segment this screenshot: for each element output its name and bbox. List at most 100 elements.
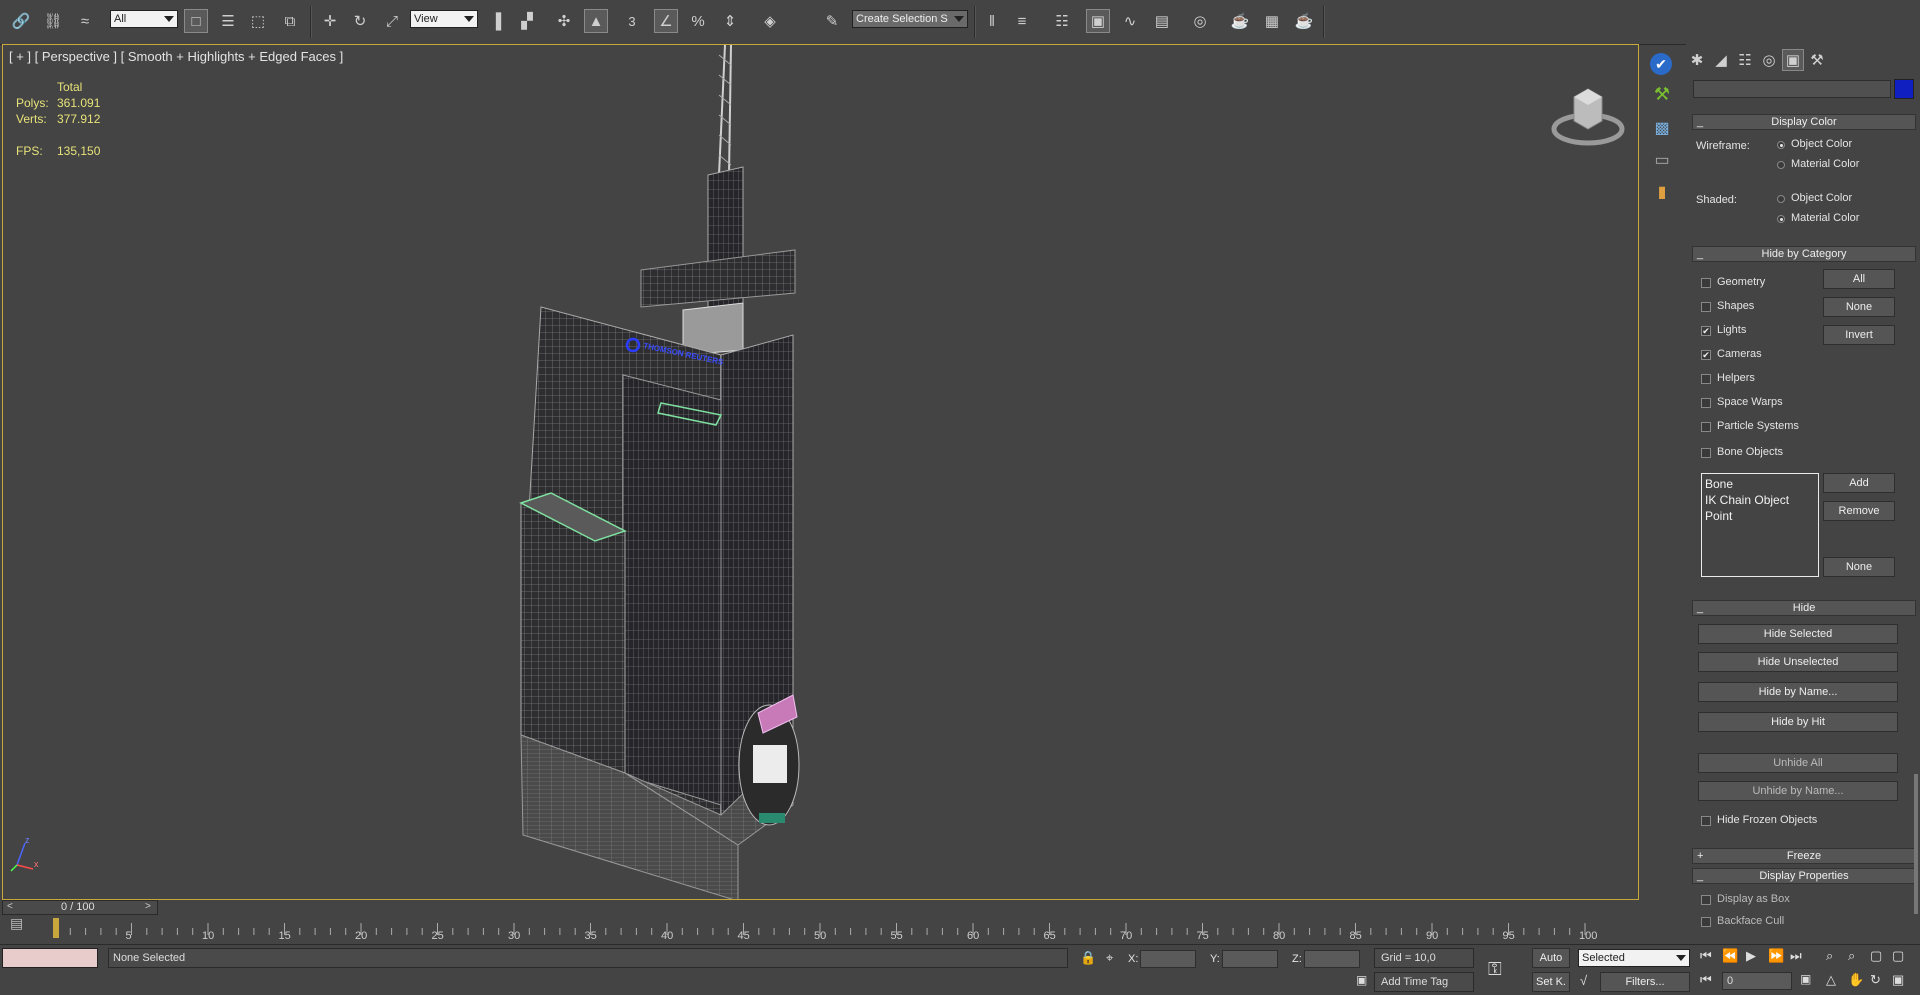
unlink-selection-icon[interactable]: ⛓ bbox=[41, 9, 65, 33]
object-name-field[interactable] bbox=[1693, 80, 1891, 98]
display-tab-icon[interactable]: ▣ bbox=[1782, 49, 1804, 71]
selection-filter-dropdown[interactable]: All bbox=[110, 10, 178, 28]
spinner-snap-icon[interactable]: ⇕ bbox=[718, 9, 742, 33]
hide-unselected-button[interactable]: Hide Unselected bbox=[1698, 652, 1898, 672]
hide-by-category-rollout-header[interactable]: _ Hide by Category bbox=[1692, 246, 1916, 262]
display-properties-rollout-header[interactable]: _ Display Properties bbox=[1692, 868, 1916, 884]
bind-to-space-warp-icon[interactable]: ≈ bbox=[73, 9, 97, 33]
hide-category-invert-button[interactable]: Invert bbox=[1823, 325, 1895, 345]
door-icon[interactable]: ▮ bbox=[1650, 182, 1674, 206]
unhide-by-name-button[interactable]: Unhide by Name... bbox=[1698, 781, 1898, 801]
snaps-toggle-icon[interactable]: 3 bbox=[620, 9, 644, 33]
shaded-object-color-radio[interactable] bbox=[1777, 195, 1785, 203]
schematic-view-icon[interactable]: ▤ bbox=[1150, 9, 1174, 33]
go-to-start-icon[interactable]: ⏮ bbox=[1700, 948, 1712, 964]
zoom-extents-icon[interactable]: ▢ bbox=[1870, 948, 1882, 964]
add-time-tag[interactable]: Add Time Tag bbox=[1374, 972, 1474, 992]
create-tab-icon[interactable]: ✱ bbox=[1686, 49, 1708, 71]
display-as-box-checkbox[interactable] bbox=[1701, 895, 1711, 905]
viewport-label[interactable]: [ + ] [ Perspective ] [ Smooth + Highlig… bbox=[9, 49, 343, 64]
freeze-rollout-header[interactable]: + Freeze bbox=[1692, 848, 1916, 864]
wireframe-material-color-label[interactable]: Material Color bbox=[1791, 158, 1859, 170]
hierarchy-tab-icon[interactable]: ☷ bbox=[1734, 49, 1756, 71]
time-slider[interactable]: < 0 / 100 > bbox=[2, 900, 158, 915]
script-icon[interactable]: ▤ bbox=[10, 915, 34, 933]
shaded-material-color-label[interactable]: Material Color bbox=[1791, 212, 1859, 224]
display-color-rollout-header[interactable]: _ Display Color bbox=[1692, 114, 1916, 130]
lock-icon[interactable]: 🔒 bbox=[1080, 950, 1096, 966]
rotate-icon[interactable]: ↻ bbox=[348, 9, 372, 33]
modify-tab-icon[interactable]: ◢ bbox=[1710, 49, 1732, 71]
layer-manager-icon[interactable]: ☷ bbox=[1050, 9, 1074, 33]
category-checkbox[interactable] bbox=[1701, 422, 1711, 432]
reference-coordinate-dropdown[interactable]: View bbox=[410, 10, 478, 28]
time-slider-thumb[interactable] bbox=[53, 918, 59, 938]
hide-category-none-button[interactable]: None bbox=[1823, 297, 1895, 317]
named-selection-dropdown[interactable]: Create Selection S bbox=[852, 10, 968, 28]
object-color-swatch[interactable] bbox=[1894, 79, 1914, 99]
material-editor-icon[interactable]: ◎ bbox=[1188, 9, 1212, 33]
move-icon[interactable]: ✛ bbox=[318, 9, 342, 33]
x-coord-field[interactable] bbox=[1140, 950, 1196, 968]
set-key-button[interactable]: Set K. bbox=[1532, 972, 1570, 992]
auto-key-button[interactable]: Auto bbox=[1532, 948, 1570, 968]
pan-icon[interactable]: ✋ bbox=[1848, 972, 1864, 988]
set-key-icon[interactable]: ⚿ bbox=[1488, 959, 1502, 980]
utilities-tab-icon[interactable]: ⚒ bbox=[1806, 49, 1828, 71]
category-listbox[interactable]: Bone IK Chain Object Point bbox=[1701, 473, 1819, 577]
align-icon[interactable]: ≡ bbox=[1010, 9, 1034, 33]
pivot-center-icon[interactable]: ▐ bbox=[484, 9, 508, 33]
hide-by-name-button[interactable]: Hide by Name... bbox=[1698, 682, 1898, 702]
list-add-button[interactable]: Add bbox=[1823, 473, 1895, 493]
maxscript-listener[interactable] bbox=[2, 948, 98, 968]
edit-named-selections-icon[interactable]: ◈ bbox=[758, 9, 782, 33]
category-checkbox[interactable] bbox=[1701, 398, 1711, 408]
shaded-object-color-label[interactable]: Object Color bbox=[1791, 192, 1852, 204]
field-of-view-icon[interactable]: △ bbox=[1826, 972, 1836, 988]
key-filter-dropdown[interactable]: Selected bbox=[1578, 949, 1690, 967]
hide-selected-button[interactable]: Hide Selected bbox=[1698, 624, 1898, 644]
hide-category-all-button[interactable]: All bbox=[1823, 269, 1895, 289]
rectangular-selection-icon[interactable]: ⬚ bbox=[246, 9, 270, 33]
curve-editor-icon[interactable]: ∿ bbox=[1118, 9, 1142, 33]
time-configuration-icon[interactable]: ▣ bbox=[1800, 972, 1811, 986]
previous-frame-icon[interactable]: ⏪ bbox=[1722, 948, 1738, 964]
named-selection-sets-icon[interactable]: ✎ bbox=[820, 9, 844, 33]
play-icon[interactable]: ▶ bbox=[1746, 948, 1756, 964]
checkmark-icon[interactable]: ✔ bbox=[1650, 53, 1672, 75]
network-icon[interactable]: ▩ bbox=[1650, 118, 1674, 142]
absolute-mode-icon[interactable]: ⌖ bbox=[1106, 950, 1113, 966]
unhide-all-button[interactable]: Unhide All bbox=[1698, 753, 1898, 773]
key-filters-button[interactable]: Filters... bbox=[1600, 972, 1690, 992]
select-object-icon[interactable]: □ bbox=[184, 9, 208, 33]
list-item[interactable]: IK Chain Object bbox=[1705, 492, 1815, 508]
category-checkbox[interactable]: ✔ bbox=[1701, 326, 1711, 336]
wireframe-object-color-radio[interactable] bbox=[1777, 141, 1785, 149]
monitor-icon[interactable]: ▭ bbox=[1650, 150, 1674, 174]
next-frame-icon[interactable]: ⏩ bbox=[1768, 948, 1784, 964]
chevron-right-icon[interactable]: > bbox=[145, 901, 151, 912]
list-item[interactable]: Point bbox=[1705, 508, 1815, 524]
go-to-end-icon[interactable]: ⏭ bbox=[1790, 948, 1802, 964]
category-checkbox[interactable] bbox=[1701, 302, 1711, 312]
scale-icon[interactable]: ⤢ bbox=[380, 9, 404, 33]
time-tag-icon[interactable]: ▣ bbox=[1356, 973, 1367, 987]
z-coord-field[interactable] bbox=[1304, 950, 1360, 968]
orbit-icon[interactable]: ↻ bbox=[1870, 972, 1881, 988]
viewcube[interactable] bbox=[1548, 77, 1628, 149]
key-mode-toggle-icon[interactable]: ⏮ bbox=[1700, 972, 1712, 988]
y-coord-field[interactable] bbox=[1222, 950, 1278, 968]
list-none-button[interactable]: None bbox=[1823, 557, 1895, 577]
command-panel-scrollbar[interactable] bbox=[1914, 774, 1918, 914]
hide-by-hit-button[interactable]: Hide by Hit bbox=[1698, 712, 1898, 732]
window-crossing-icon[interactable]: ⧉ bbox=[278, 9, 302, 33]
current-frame-field[interactable]: 0 bbox=[1722, 972, 1792, 990]
keyboard-shortcut-override-icon[interactable]: ▲ bbox=[584, 9, 608, 33]
select-and-link-icon[interactable]: 🔗 bbox=[9, 9, 33, 33]
list-remove-button[interactable]: Remove bbox=[1823, 501, 1895, 521]
building-model[interactable]: THOMSON REUTERS bbox=[503, 45, 1023, 900]
hide-rollout-header[interactable]: _ Hide bbox=[1692, 600, 1916, 616]
key-mode-icon[interactable]: √ bbox=[1580, 973, 1587, 988]
category-checkbox[interactable] bbox=[1701, 448, 1711, 458]
percent-snap-icon[interactable]: % bbox=[686, 9, 710, 33]
